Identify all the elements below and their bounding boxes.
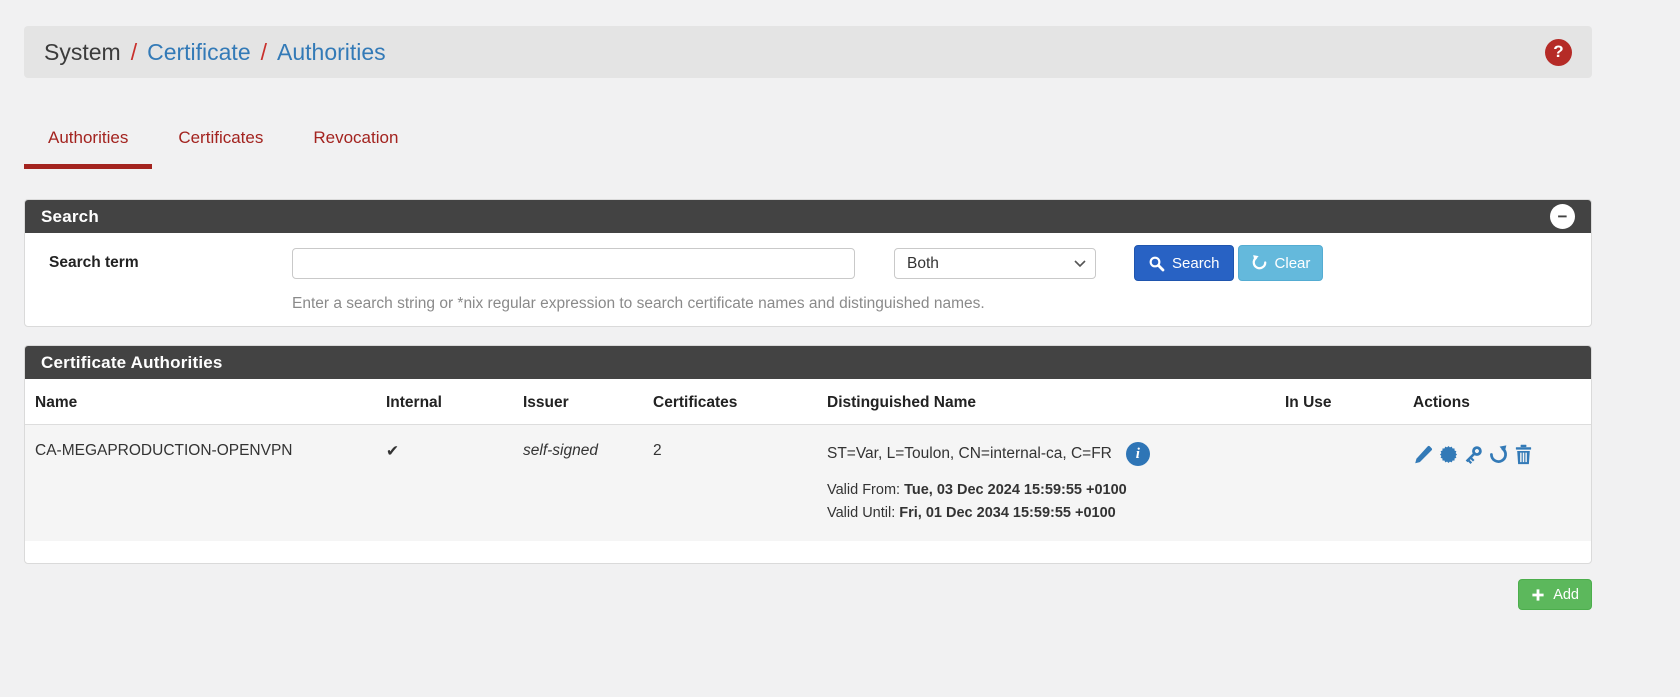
- plus-icon: [1531, 588, 1545, 602]
- search-button[interactable]: Search: [1134, 245, 1234, 281]
- clear-button-label: Clear: [1275, 255, 1311, 272]
- ca-table-header-row: Name Internal Issuer Certificates Distin…: [25, 379, 1591, 425]
- valid-from-label: Valid From:: [827, 482, 900, 498]
- cell-ca-name: CA-MEGAPRODUCTION-OPENVPN: [25, 425, 386, 542]
- col-internal: Internal: [386, 379, 523, 425]
- breadcrumb-link-authorities[interactable]: Authorities: [277, 39, 386, 66]
- col-name: Name: [25, 379, 386, 425]
- search-term-input[interactable]: [292, 248, 855, 279]
- cell-actions: [1413, 425, 1591, 542]
- ca-table: Name Internal Issuer Certificates Distin…: [25, 379, 1591, 541]
- export-ca-seal-icon[interactable]: [1438, 444, 1459, 465]
- add-button-row: Add: [24, 579, 1592, 610]
- search-scope-select[interactable]: Both: [894, 248, 1096, 279]
- breadcrumb: System / Certificate / Authorities ?: [24, 26, 1592, 78]
- col-actions: Actions: [1413, 379, 1591, 425]
- page-container: System / Certificate / Authorities ? Aut…: [24, 26, 1592, 610]
- renew-rotate-icon[interactable]: [1488, 444, 1509, 465]
- col-distinguished-name: Distinguished Name: [827, 379, 1285, 425]
- breadcrumb-separator: /: [131, 39, 137, 66]
- valid-until-line: Valid Until: Fri, 01 Dec 2034 15:59:55 +…: [827, 505, 1285, 521]
- cell-certificate-count: 2: [653, 425, 827, 542]
- tab-revocation[interactable]: Revocation: [289, 128, 422, 169]
- ca-panel-header: Certificate Authorities: [25, 346, 1591, 379]
- ca-panel-title: Certificate Authorities: [41, 353, 223, 373]
- tab-authorities[interactable]: Authorities: [24, 128, 152, 169]
- table-row: CA-MEGAPRODUCTION-OPENVPN ✔ self-signed …: [25, 425, 1591, 542]
- search-panel-body: Search term Both Search: [25, 233, 1591, 326]
- add-button[interactable]: Add: [1518, 579, 1592, 610]
- valid-until-value: Fri, 01 Dec 2034 15:59:55 +0100: [899, 505, 1115, 521]
- search-help-text: Enter a search string or *nix regular ex…: [292, 293, 1591, 314]
- valid-until-label: Valid Until:: [827, 505, 895, 521]
- internal-check-icon: ✔: [386, 425, 523, 542]
- col-in-use: In Use: [1285, 379, 1413, 425]
- dn-text: ST=Var, L=Toulon, CN=internal-ca, C=FR: [827, 445, 1112, 463]
- search-panel-title: Search: [41, 207, 99, 227]
- col-issuer: Issuer: [523, 379, 653, 425]
- undo-icon: [1251, 254, 1268, 271]
- cell-in-use: [1285, 425, 1413, 542]
- cell-distinguished-name: ST=Var, L=Toulon, CN=internal-ca, C=FR i…: [827, 425, 1285, 542]
- certificate-authorities-panel: Certificate Authorities Name Internal Is…: [24, 345, 1592, 564]
- search-term-label: Search term: [49, 254, 292, 272]
- breadcrumb-link-certificate[interactable]: Certificate: [147, 39, 251, 66]
- col-certificates: Certificates: [653, 379, 827, 425]
- tab-bar: Authorities Certificates Revocation: [24, 128, 1592, 169]
- tab-certificates[interactable]: Certificates: [154, 128, 287, 169]
- info-icon[interactable]: i: [1126, 442, 1150, 466]
- export-key-icon[interactable]: [1463, 444, 1484, 465]
- help-icon[interactable]: ?: [1545, 39, 1572, 66]
- search-scope-select-wrap: Both: [894, 248, 1096, 279]
- clear-button[interactable]: Clear: [1238, 245, 1324, 281]
- collapse-minus-icon[interactable]: −: [1550, 204, 1575, 229]
- edit-pencil-icon[interactable]: [1413, 444, 1434, 465]
- breadcrumb-separator: /: [261, 39, 267, 66]
- cell-issuer: self-signed: [523, 425, 653, 542]
- search-panel-header: Search −: [25, 200, 1591, 233]
- search-icon: [1148, 255, 1165, 272]
- valid-from-value: Tue, 03 Dec 2024 15:59:55 +0100: [904, 482, 1127, 498]
- valid-from-line: Valid From: Tue, 03 Dec 2024 15:59:55 +0…: [827, 482, 1285, 498]
- breadcrumb-root: System: [44, 39, 121, 66]
- delete-trash-icon[interactable]: [1513, 444, 1534, 465]
- search-button-label: Search: [1172, 255, 1220, 272]
- search-form-row: Search term Both Search: [25, 245, 1591, 281]
- search-panel: Search − Search term Both: [24, 199, 1592, 327]
- add-button-label: Add: [1553, 587, 1579, 603]
